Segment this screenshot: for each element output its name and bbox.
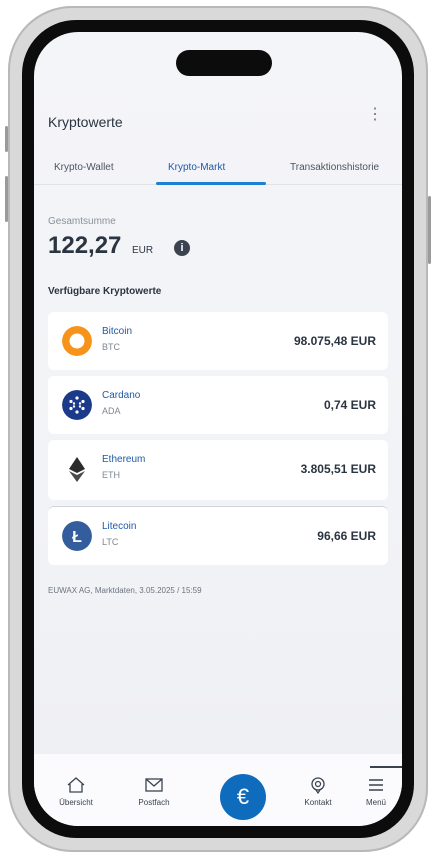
nav-label: Postfach (138, 798, 170, 807)
litecoin-icon: Ł (62, 521, 92, 551)
home-icon (67, 777, 85, 793)
nav-menue[interactable]: Menü (344, 776, 402, 807)
info-icon[interactable]: i (174, 240, 190, 256)
nav-label: Menü (365, 798, 386, 807)
screen: Kryptowerte ⋮ Krypto-Wallet Krypto-Markt… (34, 32, 402, 826)
asset-card-ethereum[interactable]: Ethereum ETH 3.805,51 EUR (48, 440, 388, 500)
side-button-left-2 (5, 176, 8, 222)
tab-transaktionshistorie[interactable]: Transaktionshistorie (290, 162, 379, 173)
phone-frame: Kryptowerte ⋮ Krypto-Wallet Krypto-Markt… (5, 6, 431, 852)
total-value: 122,27 (48, 232, 122, 259)
menu-icon (369, 779, 383, 791)
ethereum-icon (69, 457, 85, 482)
mail-icon (145, 778, 163, 792)
tab-krypto-wallet[interactable]: Krypto-Wallet (54, 162, 114, 173)
coin-symbol: ADA (102, 406, 121, 416)
nav-label: Kontakt (304, 798, 332, 807)
nav-label: Übersicht (59, 798, 93, 807)
total-label: Gesamtsumme (48, 216, 116, 227)
nav-kontakt[interactable]: Kontakt (286, 776, 350, 807)
dynamic-island (176, 50, 272, 76)
cardano-icon (62, 390, 92, 420)
active-nav-indicator (370, 766, 402, 768)
coin-name: Ethereum (102, 454, 146, 465)
asset-card-bitcoin[interactable]: Bitcoin BTC 98.075,48 EUR (48, 312, 388, 370)
nav-uebersicht[interactable]: Übersicht (44, 776, 108, 807)
app-header: Kryptowerte ⋮ (34, 102, 402, 142)
coin-price: 96,66 EUR (317, 529, 376, 543)
total-currency: EUR (132, 245, 154, 256)
svg-text:Ł: Ł (72, 529, 82, 546)
page-title: Kryptowerte (48, 114, 123, 130)
asset-card-litecoin[interactable]: Ł Litecoin LTC 96,66 EUR (48, 506, 388, 565)
coin-price: 98.075,48 EUR (293, 334, 376, 348)
phone-bezel: Kryptowerte ⋮ Krypto-Wallet Krypto-Markt… (22, 20, 414, 838)
coin-name: Litecoin (102, 521, 137, 532)
bitcoin-icon (62, 326, 92, 356)
kebab-vertical-icon[interactable]: ⋮ (367, 107, 384, 123)
section-title: Verfügbare Kryptowerte (48, 286, 162, 297)
tab-krypto-markt[interactable]: Krypto-Markt (168, 162, 225, 173)
coin-price: 0,74 EUR (323, 398, 376, 412)
tab-active-indicator (156, 182, 266, 185)
coin-symbol: ETH (102, 470, 120, 480)
coin-name: Bitcoin (102, 326, 133, 337)
side-button-right (428, 196, 431, 264)
coin-symbol: BTC (102, 342, 120, 352)
coin-price: 3.805,51 EUR (300, 462, 376, 476)
coin-name: Cardano (102, 390, 141, 401)
market-data-footnote: EUWAX AG, Marktdaten, 3.05.2025 / 15:59 (48, 586, 202, 595)
side-button-left (5, 126, 8, 152)
coin-symbol: LTC (102, 537, 119, 547)
euro-icon[interactable]: € (220, 774, 266, 820)
tab-bar: Krypto-Wallet Krypto-Markt Transaktionsh… (34, 154, 402, 185)
support-icon (311, 777, 325, 794)
nav-postfach[interactable]: Postfach (122, 776, 186, 807)
asset-card-cardano[interactable]: Cardano ADA 0,74 EUR (48, 376, 388, 434)
